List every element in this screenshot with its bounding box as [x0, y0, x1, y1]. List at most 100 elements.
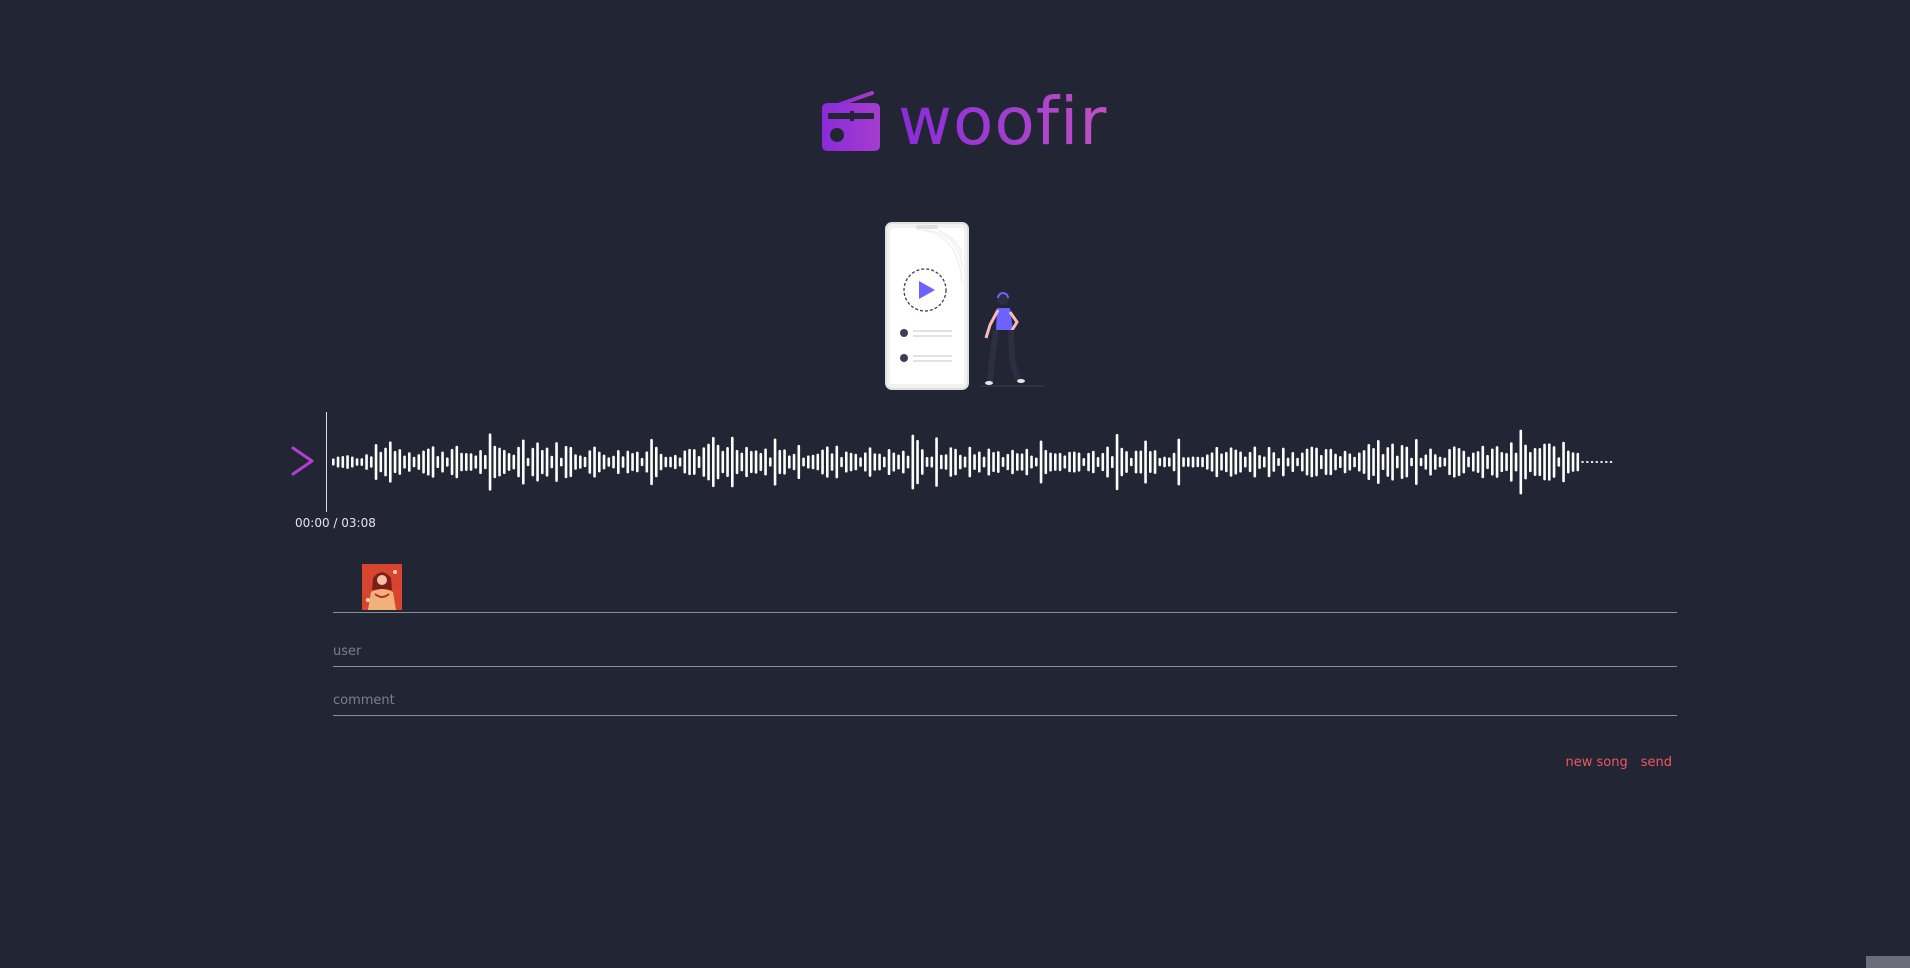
waveform-bar	[1258, 455, 1261, 469]
waveform-bar	[545, 447, 549, 477]
waveform-bar	[1229, 447, 1233, 477]
waveform-bar	[1068, 451, 1071, 473]
waveform-bar	[769, 457, 772, 467]
waveform-bar	[450, 448, 454, 476]
waveform-bar	[821, 449, 824, 475]
waveform-bar	[1058, 452, 1062, 472]
waveform-bar	[702, 447, 706, 477]
waveform-bar	[1272, 452, 1276, 472]
waveform-bar	[921, 449, 924, 475]
waveform-bar	[778, 449, 782, 475]
waveform-bar	[602, 454, 606, 470]
waveform-bar	[1491, 448, 1494, 476]
waveform-bar	[826, 446, 829, 478]
waveform-bar	[1111, 455, 1114, 469]
waveform-bar	[1419, 457, 1423, 467]
waveform-bar	[1315, 447, 1318, 477]
waveform-bar	[712, 436, 715, 488]
waveform-bar	[1054, 453, 1057, 471]
waveform-bar	[346, 455, 349, 469]
waveform-bar	[1082, 457, 1086, 467]
waveform-bar	[1386, 447, 1390, 477]
play-button[interactable]	[290, 442, 316, 480]
waveform-bar	[1248, 451, 1252, 473]
waveform-bar	[959, 454, 962, 470]
waveform-bar	[868, 447, 872, 477]
waveform-bar	[1063, 455, 1067, 469]
waveform-bar	[550, 455, 554, 469]
corner-widget[interactable]	[1866, 956, 1910, 968]
waveform-bar	[1201, 456, 1204, 468]
waveform-bar	[1372, 447, 1375, 477]
waveform-bar	[612, 455, 615, 469]
waveform-bar	[507, 453, 511, 471]
waveform-bar	[1177, 438, 1181, 486]
album-cover-thumbnail[interactable]	[362, 564, 402, 610]
waveform-bar	[1172, 452, 1176, 472]
waveform-bar	[940, 454, 943, 470]
waveform-bar	[1495, 446, 1499, 478]
waveform-bar	[536, 442, 539, 482]
user-input[interactable]	[333, 636, 1677, 667]
waveform-bar	[374, 444, 378, 480]
waveform-bar	[1144, 440, 1147, 484]
waveform-bar	[493, 445, 497, 479]
waveform-bar	[522, 439, 525, 485]
waveform-bar	[417, 454, 421, 470]
waveform-bar	[1348, 453, 1352, 471]
waveform-bar	[1505, 452, 1508, 472]
waveform-bar	[1567, 450, 1570, 474]
waveform-bar	[811, 454, 815, 470]
waveform-bar	[759, 452, 763, 472]
waveform-bar	[883, 456, 886, 468]
waveform-bar	[1377, 440, 1380, 484]
playhead	[326, 412, 327, 512]
waveform[interactable]	[330, 412, 1660, 512]
waveform-bar	[1296, 457, 1299, 467]
waveform-bar	[574, 454, 577, 470]
waveform-bar	[1576, 452, 1580, 472]
waveform-bar	[655, 446, 658, 478]
waveform-bar	[422, 450, 425, 474]
waveform-bar	[583, 456, 587, 468]
waveform-bar	[1096, 456, 1100, 468]
waveform-bar	[740, 452, 744, 472]
waveform-bar	[735, 449, 739, 475]
waveform-bar	[1510, 442, 1513, 482]
send-button[interactable]: send	[1641, 755, 1672, 771]
waveform-bar	[1234, 449, 1238, 475]
waveform-bar	[1239, 451, 1242, 473]
waveform-bar	[992, 451, 995, 473]
waveform-bar	[1339, 455, 1342, 469]
waveform-bar	[1529, 451, 1532, 473]
waveform-bar	[640, 457, 644, 467]
waveform-bar	[393, 450, 397, 474]
waveform-bar	[773, 438, 777, 486]
waveform-bar	[1115, 433, 1119, 491]
waveform-bar	[1196, 456, 1200, 468]
waveform-bar	[1581, 461, 1584, 463]
waveform-bar	[669, 456, 672, 468]
waveform-bar	[916, 439, 919, 485]
waveform-bar	[436, 455, 440, 469]
waveform-bar	[754, 450, 758, 474]
waveform-bar	[1424, 454, 1428, 470]
waveform-bar	[1548, 443, 1551, 481]
waveform-bar	[355, 458, 359, 466]
waveform-bar	[897, 454, 900, 470]
waveform-bar	[873, 453, 877, 471]
waveform-bar	[1438, 456, 1442, 468]
waveform-bar	[845, 451, 848, 473]
waveform-bar	[1101, 452, 1105, 472]
waveform-bar	[816, 453, 820, 471]
waveform-bar	[555, 442, 558, 482]
waveform-bar	[626, 450, 630, 474]
app-logo: woofir	[820, 86, 1107, 158]
waveform-bar	[1149, 451, 1152, 473]
comment-input[interactable]	[333, 685, 1677, 716]
waveform-bar	[1134, 450, 1138, 474]
waveform-bar	[878, 453, 881, 471]
waveform-bar	[1334, 453, 1337, 471]
page: woofir 00:00 / 03:08 user comment new so…	[0, 0, 1910, 968]
new-song-button[interactable]: new song	[1566, 755, 1628, 771]
